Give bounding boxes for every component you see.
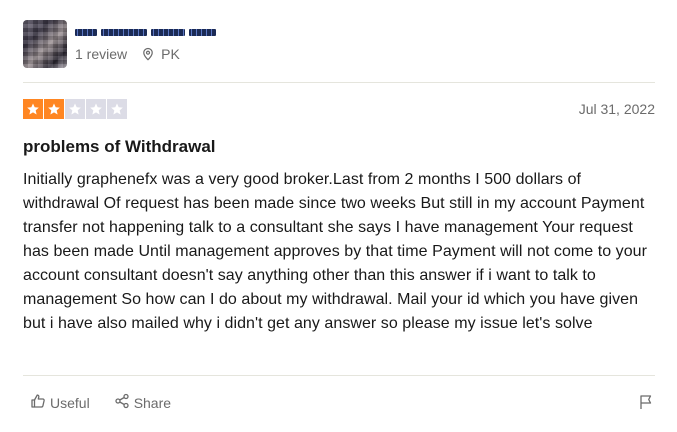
reviewer-header: 1 review PK bbox=[23, 19, 216, 69]
review-body: Initially graphenefx was a very good bro… bbox=[23, 171, 647, 332]
share-icon bbox=[114, 393, 130, 412]
review-actions: Useful Share bbox=[30, 393, 171, 412]
useful-button[interactable]: Useful bbox=[30, 393, 90, 412]
share-button[interactable]: Share bbox=[114, 393, 171, 412]
review-card: 1 review PK Jul 31, 2022 problems of Wit… bbox=[0, 0, 677, 432]
star-empty-icon bbox=[65, 99, 85, 119]
star-filled-icon bbox=[23, 99, 43, 119]
useful-label: Useful bbox=[50, 394, 90, 411]
footer-divider bbox=[23, 375, 655, 376]
reviewer-avatar[interactable] bbox=[23, 20, 67, 68]
star-empty-icon bbox=[86, 99, 106, 119]
star-empty-icon bbox=[107, 99, 127, 119]
review-title[interactable]: problems of Withdrawal bbox=[23, 137, 216, 157]
flag-icon[interactable] bbox=[638, 394, 654, 410]
thumbs-up-icon bbox=[30, 393, 46, 412]
star-filled-icon bbox=[44, 99, 64, 119]
reviewer-info: 1 review PK bbox=[75, 26, 216, 62]
review-count: 1 review bbox=[75, 46, 128, 62]
share-label: Share bbox=[133, 394, 172, 411]
review-date: Jul 31, 2022 bbox=[578, 101, 655, 117]
reviewer-name-redacted[interactable] bbox=[75, 26, 216, 38]
header-divider bbox=[23, 82, 655, 83]
star-rating bbox=[23, 99, 127, 119]
reviewer-location: PK bbox=[161, 46, 180, 62]
map-pin-icon bbox=[141, 47, 155, 61]
reviewer-meta: 1 review PK bbox=[75, 46, 216, 62]
